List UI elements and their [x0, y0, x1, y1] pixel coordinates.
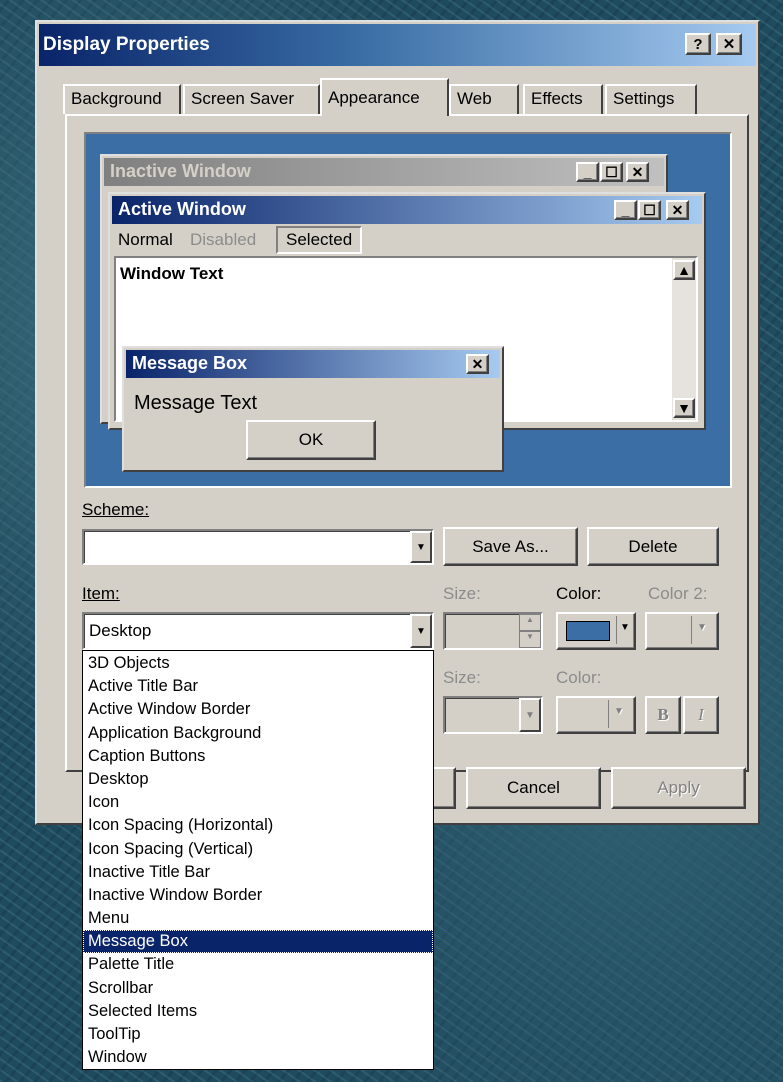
list-item[interactable]: Inactive Title Bar — [83, 861, 433, 884]
close-icon: ✕ — [626, 162, 649, 182]
list-item-highlighted[interactable]: Message Box — [83, 930, 433, 954]
color-swatch — [566, 621, 610, 641]
menu-disabled: Disabled — [190, 230, 257, 249]
close-button[interactable]: ✕ — [716, 33, 742, 55]
apply-button[interactable]: Apply — [611, 767, 746, 809]
tab-appearance[interactable]: Appearance — [320, 78, 449, 116]
chevron-down-icon[interactable]: ▼ — [519, 698, 541, 732]
inactive-window-title: Inactive Window — [110, 161, 251, 181]
message-box-title-bar: Message Box — [126, 350, 500, 378]
window-text: Window Text — [120, 264, 224, 283]
menu-selected: Selected — [276, 226, 363, 254]
color2-picker-button[interactable]: ▼ — [645, 612, 719, 650]
list-item[interactable]: Application Background — [83, 722, 433, 745]
list-item[interactable]: ToolTip — [83, 1023, 433, 1046]
active-window-title: Active Window — [118, 199, 246, 219]
color2-label: Color 2: — [648, 584, 708, 603]
chevron-down-icon: ▼ — [697, 622, 707, 633]
font-color-divider — [608, 700, 609, 728]
chevron-down-icon: ▼ — [614, 706, 624, 717]
appearance-preview: Inactive Window _ ☐ ✕ Active Window _ ☐ … — [84, 132, 732, 488]
close-icon: ✕ — [466, 354, 489, 374]
list-item[interactable]: Active Window Border — [83, 698, 433, 721]
tab-effects[interactable]: Effects — [523, 84, 603, 114]
list-item[interactable]: Icon — [83, 791, 433, 814]
save-as-button[interactable]: Save As... — [443, 527, 578, 566]
message-text: Message Text — [134, 392, 258, 414]
color2-divider — [691, 616, 692, 644]
maximize-icon: ☐ — [638, 200, 661, 220]
dialog-title-bar[interactable]: Display Properties ? ✕ — [39, 24, 756, 66]
italic-button[interactable]: I — [683, 696, 719, 734]
bold-button[interactable]: B — [645, 696, 681, 734]
ok-button: OK — [246, 420, 376, 460]
list-item[interactable]: 3D Objects — [83, 652, 433, 675]
list-item[interactable]: Scrollbar — [83, 977, 433, 1000]
dialog-title: Display Properties — [43, 34, 210, 55]
item-label: Item: — [82, 584, 120, 603]
help-button[interactable]: ? — [685, 33, 711, 55]
preview-scrollbar: ▲ ▼ — [672, 258, 696, 420]
scroll-down-icon: ▼ — [673, 398, 695, 418]
list-item[interactable]: Window — [83, 1046, 433, 1069]
tab-web[interactable]: Web — [449, 84, 519, 114]
list-item[interactable]: Selected Items — [83, 1000, 433, 1023]
size-label: Size: — [443, 584, 481, 603]
list-item[interactable]: Icon Spacing (Vertical) — [83, 838, 433, 861]
minimize-icon: _ — [614, 200, 637, 220]
spin-up-icon[interactable]: ▲ — [519, 614, 541, 631]
cancel-button[interactable]: Cancel — [466, 767, 601, 809]
chevron-down-icon: ▼ — [620, 622, 630, 633]
color-divider — [616, 616, 617, 644]
chevron-down-icon[interactable]: ▼ — [410, 531, 432, 563]
item-size-stepper[interactable]: ▲ ▼ — [443, 612, 543, 650]
spin-down-icon[interactable]: ▼ — [519, 631, 541, 648]
maximize-icon: ☐ — [600, 162, 623, 182]
message-box-preview: Message Box ✕ Message Text OK — [122, 346, 504, 472]
list-item[interactable]: Menu — [83, 907, 433, 930]
color-picker-button[interactable]: ▼ — [556, 612, 636, 650]
message-box-title: Message Box — [132, 353, 248, 373]
tab-screen-saver[interactable]: Screen Saver — [183, 84, 320, 114]
scheme-select[interactable]: ▼ — [82, 529, 434, 565]
close-icon: ✕ — [666, 200, 689, 220]
menu-normal: Normal — [118, 230, 173, 249]
delete-button[interactable]: Delete — [587, 527, 719, 566]
scheme-label: Scheme: — [82, 500, 150, 519]
scroll-up-icon: ▲ — [673, 260, 695, 280]
tab-settings[interactable]: Settings — [605, 84, 697, 114]
minimize-icon: _ — [576, 162, 599, 182]
font-color-button[interactable]: ▼ — [556, 696, 636, 734]
item-value: Desktop — [89, 621, 152, 640]
list-item[interactable]: Inactive Window Border — [83, 884, 433, 907]
item-select[interactable]: Desktop ▼ — [82, 612, 434, 650]
list-item[interactable]: Active Title Bar — [83, 675, 433, 698]
list-item[interactable]: Caption Buttons — [83, 745, 433, 768]
list-item[interactable]: Palette Title — [83, 953, 433, 976]
font-color-label: Color: — [556, 668, 602, 687]
tab-background[interactable]: Background — [63, 84, 181, 114]
list-item[interactable]: Icon Spacing (Horizontal) — [83, 814, 433, 837]
font-size-label: Size: — [443, 668, 481, 687]
font-size-select[interactable]: ▼ — [443, 696, 543, 734]
item-dropdown-list[interactable]: 3D Objects Active Title Bar Active Windo… — [82, 650, 434, 1070]
chevron-down-icon[interactable]: ▼ — [410, 614, 432, 648]
color-label: Color: — [556, 584, 602, 603]
list-item[interactable]: Desktop — [83, 768, 433, 791]
